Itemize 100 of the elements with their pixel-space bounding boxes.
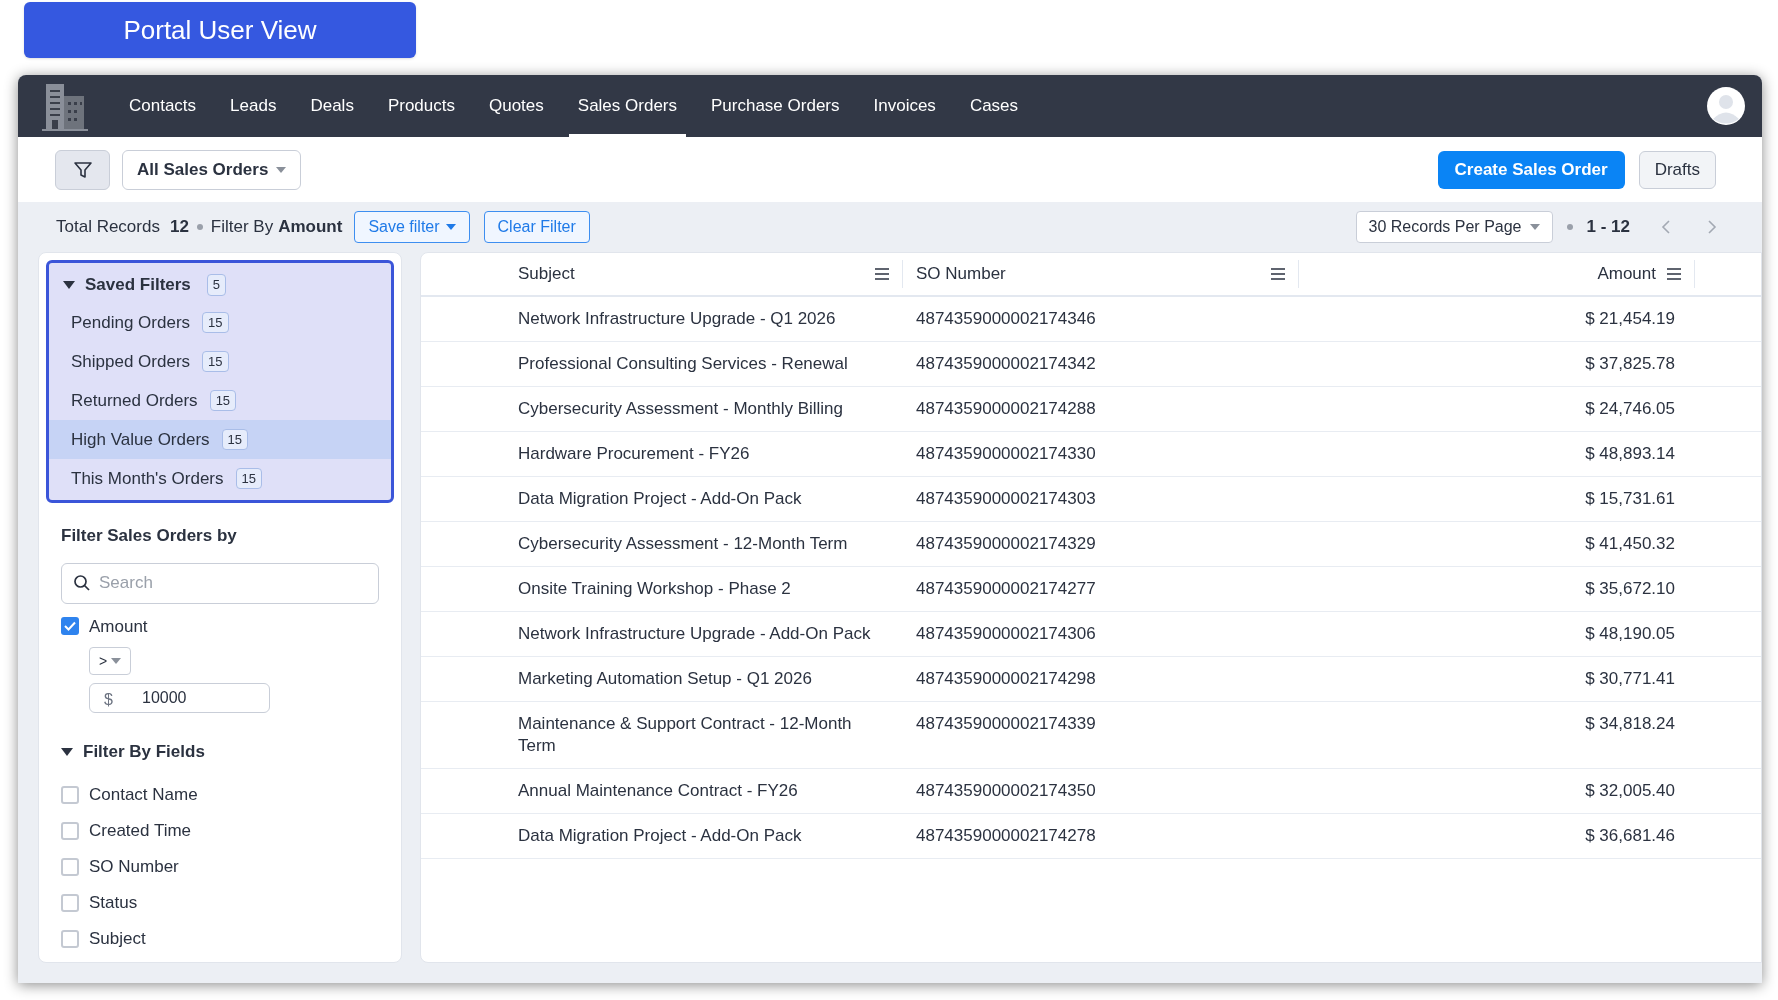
amount-label: Amount [89, 615, 148, 638]
table-cell: 4874359000002174278 [916, 826, 1096, 845]
create-button[interactable]: Create Sales Order [1437, 150, 1625, 189]
drafts-button[interactable]: Drafts [1638, 150, 1716, 189]
saved-filters-title: Saved Filters [85, 274, 191, 297]
filter-by-label: Filter By [210, 216, 274, 239]
table-cell: Data Migration Project - Add-On Pack [518, 826, 802, 845]
count-badge: 15 [202, 311, 229, 334]
records-per-page-dropdown[interactable]: 30 Records Per Page [1355, 211, 1553, 243]
saved-filter-item[interactable]: High Value Orders 15 [49, 420, 391, 459]
table-cell: $ 15,731.61 [1585, 488, 1675, 510]
count-badge: 5 [206, 274, 227, 296]
collapse-triangle-icon[interactable] [63, 281, 75, 289]
caret-icon [1529, 224, 1540, 230]
table-cell: 4874359000002174329 [916, 534, 1096, 553]
filter-fields-title: Filter By Fields [83, 741, 205, 763]
table-cell: Network Infrastructure Upgrade - Add-On Pack [518, 624, 871, 643]
table-cell: Marketing Automation Setup - Q1 2026 [518, 669, 812, 688]
table-cell: Network Infrastructure Upgrade - Q1 2026 [518, 309, 836, 328]
checkbox[interactable] [61, 821, 79, 840]
portal-view-button[interactable]: Portal User View [24, 2, 416, 58]
save-filter-button[interactable]: Save filter [354, 211, 470, 243]
table-cell: 4874359000002174339 [916, 714, 1096, 733]
user-avatar-icon[interactable] [1706, 86, 1746, 126]
table-cell: $ 30,771.41 [1585, 668, 1675, 690]
nav-tab[interactable]: Quotes [480, 75, 553, 137]
saved-filter-item[interactable]: This Month's Orders 15 [49, 459, 391, 498]
table-cell: Data Migration Project - Add-On Pack [518, 489, 802, 508]
nav-tab[interactable]: Cases [960, 75, 1028, 137]
operator-dropdown[interactable]: > [89, 647, 131, 675]
total-records-label: Total Records [56, 216, 160, 239]
table-cell: 4874359000002174288 [916, 399, 1096, 418]
table-cell: Maintenance & Support Contract - 12-Month Term [518, 714, 852, 755]
table-cell: 4874359000002174330 [916, 444, 1096, 463]
column-header: Amount [1597, 263, 1656, 286]
saved-filter-item[interactable]: Returned Orders 15 [49, 381, 391, 420]
checkbox[interactable] [61, 929, 79, 948]
column-menu-icon[interactable] [874, 267, 890, 281]
page-range: 1 - 12 [1586, 216, 1630, 239]
nav-tab[interactable]: Invoices [864, 75, 945, 137]
table-cell: 4874359000002174277 [916, 579, 1096, 598]
checkbox[interactable] [61, 617, 79, 636]
table-cell: 4874359000002174346 [916, 309, 1096, 328]
table-cell: $ 41,450.32 [1585, 533, 1675, 555]
table-cell: Hardware Procurement - FY26 [518, 444, 750, 463]
count-badge: 15 [209, 389, 237, 412]
checkbox[interactable] [61, 785, 79, 804]
next-page-icon[interactable] [1706, 219, 1718, 235]
view-dropdown[interactable]: All Sales Orders [122, 149, 302, 190]
saved-filter-item[interactable]: Shipped Orders 15 [49, 342, 391, 381]
column-header: Subject [518, 263, 575, 286]
filter-section-title: Filter Sales Orders by [61, 525, 238, 547]
filter-field: Amount [278, 214, 343, 240]
saved-filter-item[interactable]: Pending Orders 15 [49, 303, 391, 342]
table-cell: $ 32,005.40 [1585, 780, 1675, 802]
count-badge: 15 [221, 428, 249, 451]
search-field[interactable]: Search [61, 562, 379, 604]
column-menu-icon[interactable] [1270, 267, 1286, 281]
nav-tab[interactable]: Deals [301, 75, 363, 137]
table-cell: Onsite Training Workshop - Phase 2 [518, 579, 791, 598]
total-records-count: 12 [169, 216, 189, 239]
table-cell: $ 48,190.05 [1585, 623, 1675, 645]
filter-toggle-button[interactable] [55, 149, 110, 190]
column-header: SO Number [916, 263, 1006, 286]
table-cell: 4874359000002174342 [916, 354, 1096, 373]
table-cell: $ 21,454.19 [1585, 308, 1675, 330]
search-icon [73, 573, 91, 592]
currency-symbol: $ [104, 690, 113, 710]
table-cell: $ 35,672.10 [1585, 578, 1675, 600]
table-cell: $ 34,818.24 [1585, 713, 1675, 735]
table-cell: 4874359000002174350 [916, 781, 1096, 800]
nav-tab[interactable]: Purchase Orders [702, 75, 849, 137]
collapse-triangle-icon[interactable] [61, 747, 73, 756]
field-label: Subject [89, 927, 146, 950]
caret-icon [445, 224, 456, 230]
checkbox[interactable] [61, 857, 79, 876]
field-label: Created Time [89, 819, 192, 842]
table-cell: $ 24,746.05 [1585, 398, 1675, 420]
table-cell: 4874359000002174306 [916, 624, 1096, 643]
previous-page-icon[interactable] [1660, 219, 1672, 235]
caret-icon [276, 166, 287, 173]
nav-tab[interactable]: Leads [221, 75, 286, 137]
table-cell: Cybersecurity Assessment - Monthly Billing [518, 399, 843, 418]
field-label: Status [89, 891, 138, 914]
table-cell: $ 36,681.46 [1585, 825, 1675, 847]
table-cell: $ 37,825.78 [1585, 353, 1675, 375]
table-cell: Cybersecurity Assessment - 12-Month Term [518, 534, 848, 553]
clear-filter-button[interactable]: Clear Filter [483, 211, 590, 243]
caret-icon [111, 658, 122, 664]
field-label: Contact Name [89, 783, 198, 806]
table-cell: Professional Consulting Services - Renewal [518, 354, 848, 373]
nav-tab[interactable]: Products [378, 75, 464, 137]
table-cell: Annual Maintenance Contract - FY26 [518, 781, 798, 800]
table-cell: $ 48,893.14 [1585, 443, 1675, 465]
nav-tab[interactable]: Contacts [120, 75, 206, 137]
count-badge: 15 [202, 350, 229, 373]
checkbox[interactable] [61, 893, 79, 912]
column-menu-icon[interactable] [1666, 267, 1682, 281]
count-badge: 15 [235, 467, 262, 490]
filter-icon [72, 159, 93, 180]
